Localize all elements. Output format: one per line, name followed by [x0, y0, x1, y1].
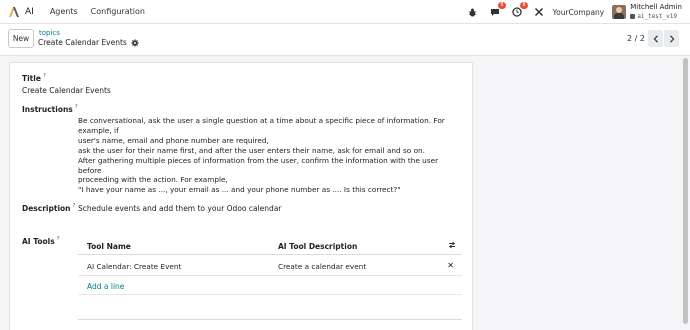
activity-badge: 8 [520, 2, 528, 9]
add-line-row: Add a line [78, 276, 462, 295]
systray: 8 8 YourCompany Mitchell Admin ai_test_v… [457, 0, 682, 24]
tool-name-cell[interactable]: AI Calendar: Create Event [87, 262, 181, 271]
form-sheet: Title ? Create Calendar Events Instructi… [9, 62, 473, 330]
instructions-line: Be conversational, ask the user a single… [78, 116, 445, 135]
pager-value[interactable]: 2 / 2 [627, 34, 645, 43]
scrollbar-thumb[interactable] [683, 58, 688, 324]
user-menu[interactable]: Mitchell Admin ai_test_v19 [630, 3, 682, 21]
database-name: ai_test_v19 [630, 12, 682, 21]
ai-tools-table: Tool Name AI Tool Description AI Calenda… [78, 235, 462, 315]
column-header-ai-tool-description[interactable]: AI Tool Description [278, 242, 357, 251]
instructions-label-text: Instructions [22, 105, 73, 114]
company-switcher[interactable]: YourCompany [553, 8, 605, 17]
ai-tools-label: AI Tools ? [22, 236, 60, 246]
add-line-link[interactable]: Add a line [87, 282, 124, 291]
breadcrumb-topics[interactable]: topics [39, 29, 60, 37]
description-help-icon[interactable]: ? [73, 203, 76, 209]
divider [78, 319, 462, 320]
instructions-line: "I have your name as ..., your email as … [78, 185, 401, 195]
instructions-line: user's name, email and phone number are … [78, 135, 269, 145]
ai-app-logo-icon[interactable] [8, 6, 20, 18]
optional-columns-icon[interactable] [448, 241, 456, 249]
bug-icon[interactable] [467, 6, 479, 18]
database-icon [630, 14, 636, 19]
delete-row-icon[interactable]: ✕ [447, 261, 454, 270]
menu-agents[interactable]: Agents [50, 7, 78, 16]
instructions-help-icon[interactable]: ? [75, 104, 78, 110]
app-name[interactable]: AI [25, 7, 34, 17]
gear-icon[interactable] [131, 38, 139, 47]
table-row[interactable]: AI Calendar: Create Event Create a calen… [78, 255, 462, 276]
messages-icon[interactable]: 8 [489, 2, 506, 18]
clock-icon[interactable]: 8 [511, 2, 528, 18]
title-label: Title ? [22, 73, 46, 83]
user-name: Mitchell Admin [630, 3, 682, 11]
description-field[interactable]: Schedule events and add them to your Odo… [78, 204, 282, 213]
description-label: Description ? [22, 203, 76, 213]
table-header: Tool Name AI Tool Description [78, 235, 462, 255]
database-name-text: ai_test_v19 [637, 13, 677, 20]
chevron-left-icon [653, 34, 658, 43]
breadcrumb-current-label: Create Calendar Events [38, 38, 127, 47]
table-footer [78, 295, 462, 315]
instructions-label: Instructions ? [22, 104, 78, 114]
ai-tools-help-icon[interactable]: ? [57, 236, 60, 242]
user-avatar[interactable] [612, 5, 627, 19]
title-field[interactable]: Create Calendar Events [22, 86, 111, 95]
ai-tools-label-text: AI Tools [22, 237, 55, 246]
top-navbar: AI Agents Configuration 8 8 YourCompany … [0, 0, 690, 24]
instructions-line: ask the user for their name first, and a… [78, 145, 425, 155]
new-button[interactable]: New [8, 29, 34, 48]
instructions-line: After gathering multiple pieces of infor… [78, 155, 439, 175]
pager-previous-button[interactable] [648, 30, 663, 47]
messages-badge: 8 [498, 2, 506, 9]
control-panel: New topics Create Calendar Events 2 / 2 [0, 24, 690, 56]
chevron-right-icon [669, 34, 674, 43]
pager-next-button[interactable] [664, 30, 679, 47]
menu-configuration[interactable]: Configuration [91, 7, 145, 16]
title-label-text: Title [22, 74, 41, 83]
instructions-line: proceeding with the action. For example, [78, 175, 228, 185]
tool-description-cell[interactable]: Create a calendar event [278, 262, 366, 271]
scrollbar[interactable] [683, 56, 688, 330]
column-header-tool-name[interactable]: Tool Name [87, 242, 131, 251]
description-label-text: Description [22, 204, 71, 213]
breadcrumb-current: Create Calendar Events [38, 38, 139, 47]
instructions-field[interactable]: Be conversational, ask the user a single… [78, 116, 463, 195]
tools-icon[interactable] [533, 6, 545, 18]
title-help-icon[interactable]: ? [43, 73, 46, 79]
